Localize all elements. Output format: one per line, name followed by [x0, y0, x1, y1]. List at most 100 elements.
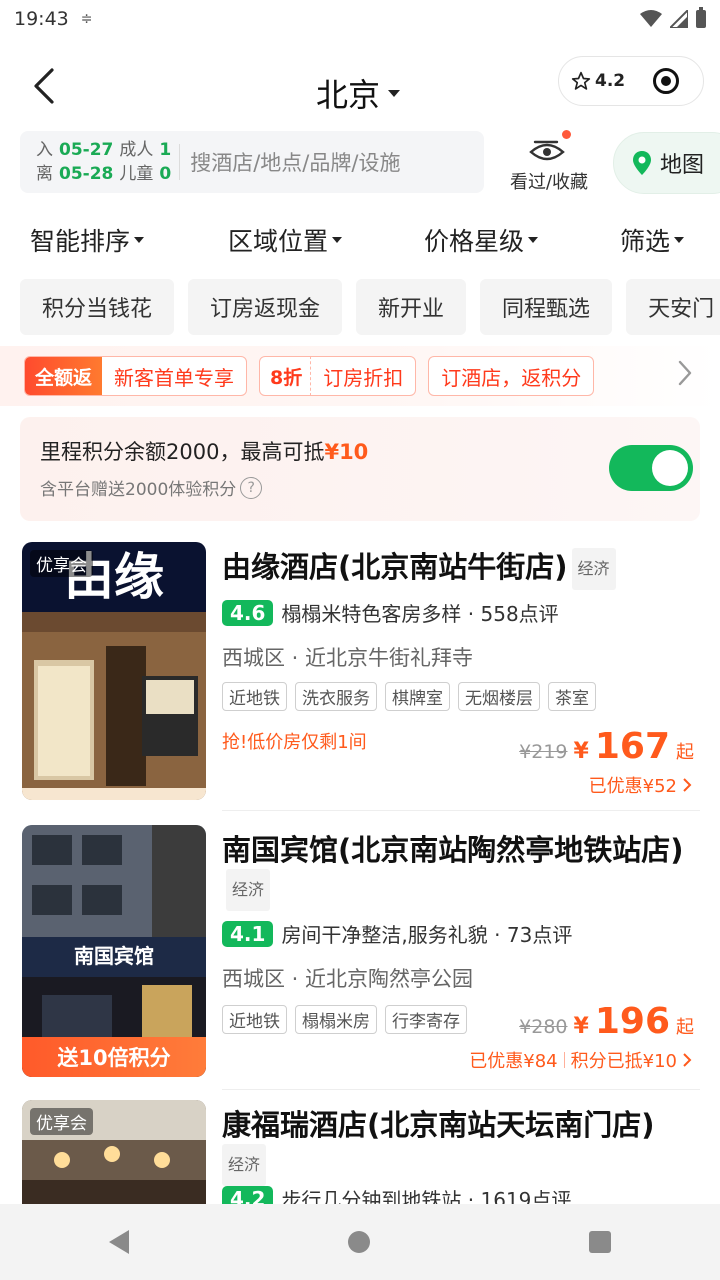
city-name: 北京	[316, 76, 381, 114]
price: ¥280 ¥196 起	[519, 1001, 694, 1042]
system-nav-bar	[0, 1204, 720, 1280]
nav-recents-icon[interactable]	[588, 1231, 611, 1253]
search-input[interactable]: 搜酒店/地点/品牌/设施	[190, 147, 400, 177]
mini-program-capsule: 4.2	[558, 56, 704, 106]
chip-selection[interactable]: 同程甄选	[480, 279, 613, 335]
hotel-name-text: 康福瑞酒店(北京南站天坛南门店)	[222, 1108, 655, 1142]
hotel-photo[interactable]: 优享会	[22, 1100, 206, 1204]
map-button[interactable]: 地图	[613, 132, 720, 194]
promo-text: 订房折扣	[323, 365, 404, 390]
fav-label: 看过/收藏	[509, 172, 589, 193]
battery-icon	[696, 7, 706, 28]
cellular-icon	[670, 10, 688, 28]
hotel-location: 西城区 · 近北京牛街礼拜寺	[222, 646, 474, 670]
hotel-level-badge: 经济	[571, 548, 616, 590]
hotel-card[interactable]: 优享会 康福瑞酒店(北京南站天坛南门店) 经济 4.2 步行几分钟到地铁站 · 1…	[0, 1100, 720, 1204]
sort-price-star[interactable]: 价格星级	[424, 222, 539, 258]
chevron-right-icon[interactable]	[678, 360, 692, 386]
promo-points[interactable]: 订酒店，返积分	[428, 356, 595, 396]
sort-smart[interactable]: 智能排序	[30, 222, 145, 258]
saving-info[interactable]: 已优惠¥52	[589, 772, 692, 798]
facility-tags: 近地铁 洗衣服务 棋牌室 无烟楼层 茶室	[222, 682, 596, 711]
sort-label: 智能排序	[30, 227, 131, 256]
chip-tiananmen[interactable]: 天安门	[626, 279, 720, 335]
points-note: 含平台赠送2000体验积分 ?	[40, 475, 263, 500]
rating-row: 4.6 榻榻米特色客房多样 · 558点评	[222, 598, 559, 627]
checkout-label: 离	[36, 164, 53, 184]
chip-points[interactable]: 积分当钱花	[20, 279, 175, 335]
review-highlight: 榻榻米特色客房多样 · 558点评	[281, 602, 559, 626]
hotel-photo[interactable]: 南国宾馆 送10倍积分	[22, 825, 206, 1077]
date-guest-selector[interactable]: 入 05-27 成人 1 离 05-28 儿童 0	[20, 138, 171, 186]
facility-tag: 无烟楼层	[458, 682, 540, 711]
sort-filter[interactable]: 筛选	[620, 222, 685, 258]
caret-down-icon	[332, 237, 343, 243]
promo-discount[interactable]: 8折 订房折扣	[259, 356, 417, 396]
star-icon	[571, 71, 591, 90]
rating-button[interactable]: 4.2	[559, 71, 639, 91]
points-balance: 里程积分余额2000，最高可抵¥10	[40, 436, 368, 466]
checkout-date: 05-28	[59, 164, 114, 184]
current-price: 167	[594, 726, 670, 767]
new-badge	[562, 130, 571, 139]
hotel-level-badge: 经济	[226, 869, 271, 911]
child-count: 0	[159, 164, 172, 184]
adult-label: 成人	[119, 140, 154, 160]
help-icon[interactable]: ?	[240, 476, 263, 499]
hotel-card[interactable]: 南国宾馆 送10倍积分 南国宾馆(北京南站陶然亭地铁站店)经济 4.1 房间干净…	[0, 825, 720, 1090]
facility-tag: 茶室	[548, 682, 596, 711]
facility-tag: 近地铁	[222, 682, 287, 711]
hotel-location: 西城区 · 近北京陶然亭公园	[222, 967, 474, 991]
score-badge: 4.2	[222, 1185, 274, 1204]
sort-label: 区域位置	[228, 227, 329, 256]
points-max-deduct: ¥10	[324, 440, 369, 464]
hotel-name-text: 由缘酒店(北京南站牛街店)	[222, 550, 568, 584]
chip-new-open[interactable]: 新开业	[356, 279, 467, 335]
sort-area[interactable]: 区域位置	[228, 222, 343, 258]
caret-down-icon	[388, 89, 401, 97]
hotel-photo[interactable]: 由缘 优享会	[22, 542, 206, 800]
hotel-name: 由缘酒店(北京南站牛街店) 经济	[222, 548, 692, 590]
rating-value: 4.2	[595, 71, 626, 91]
promo-new-user[interactable]: 全额返 新客首单专享	[24, 356, 248, 396]
sort-label: 价格星级	[424, 227, 525, 256]
wifi-icon	[640, 10, 662, 27]
promo-bar[interactable]: 全额返 新客首单专享 8折 订房折扣 订酒店，返积分	[0, 346, 720, 406]
caret-down-icon	[134, 237, 145, 243]
header: 北京 4.2	[0, 52, 720, 124]
caret-down-icon	[674, 237, 685, 243]
nav-back-icon[interactable]	[109, 1230, 130, 1254]
hotel-level-badge: 经济	[222, 1144, 267, 1186]
viewed-favorites-button[interactable]: 看过/收藏	[504, 130, 594, 194]
promo-text: 订酒店，返积分	[441, 365, 582, 390]
vip-badge: 优享会	[30, 1108, 93, 1135]
facility-tag: 棋牌室	[385, 682, 450, 711]
back-button[interactable]	[22, 64, 66, 108]
caret-down-icon	[528, 237, 539, 243]
hotel-card[interactable]: 由缘 优享会 由缘酒店(北京南站牛街店) 经济 4.6 榻榻米特色客房多样 · 5…	[0, 542, 720, 811]
search-box[interactable]: 入 05-27 成人 1 离 05-28 儿童 0 搜酒店/地点/品牌/设施	[20, 131, 484, 193]
checkin-label: 入	[36, 140, 53, 160]
facility-tag: 近地铁	[222, 1005, 287, 1034]
divider	[222, 810, 700, 811]
chevron-left-icon	[34, 68, 54, 104]
saving-info[interactable]: 已优惠¥84 积分已抵¥10	[469, 1047, 692, 1073]
map-pin-icon	[633, 151, 651, 175]
score-badge: 4.6	[222, 599, 274, 626]
hotel-name: 南国宾馆(北京南站陶然亭地铁站店)经济	[222, 831, 692, 911]
review-highlight: 步行几分钟到地铁站 · 1619点评	[281, 1188, 572, 1204]
rating-row: 4.2 步行几分钟到地铁站 · 1619点评	[222, 1184, 571, 1204]
close-mini-program-icon[interactable]	[653, 68, 679, 94]
chevron-right-icon	[683, 778, 692, 792]
points-toggle[interactable]	[609, 445, 693, 491]
map-label: 地图	[660, 153, 705, 178]
sort-bar: 智能排序 区域位置 价格星级 筛选	[0, 218, 720, 262]
chip-cashback[interactable]: 订房返现金	[188, 279, 343, 335]
review-highlight: 房间干净整洁,服务礼貌 · 73点评	[281, 923, 573, 947]
points-banner: 送10倍积分	[22, 1037, 206, 1077]
price-from: 起	[676, 742, 694, 763]
original-price: ¥219	[519, 741, 568, 763]
current-price: 196	[594, 1001, 670, 1042]
city-selector[interactable]: 北京	[316, 70, 401, 116]
nav-home-icon[interactable]	[347, 1231, 370, 1253]
